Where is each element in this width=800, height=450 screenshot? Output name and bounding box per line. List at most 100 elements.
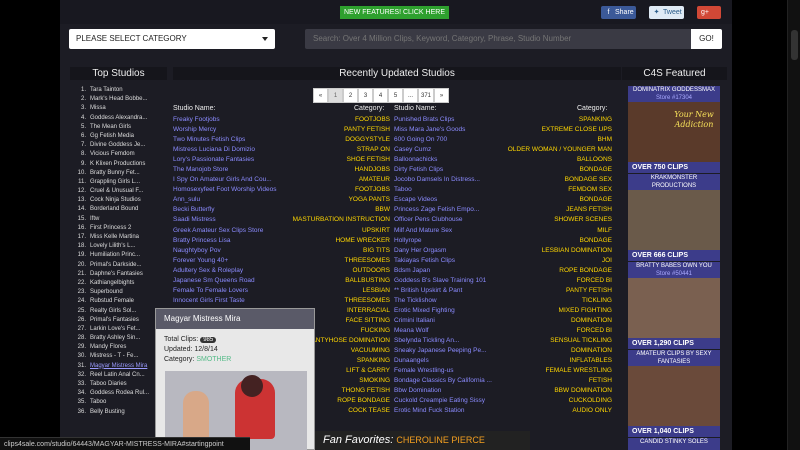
scrollbar[interactable] [787,0,800,450]
category-link[interactable]: FEMDOM SEX [490,185,612,195]
top-studio-item[interactable]: 4. Goddess Alexandra... [70,114,170,123]
featured-studio-card[interactable]: BRATTY BABES OWN YOU Store #50441 OVER 1,2… [628,262,720,349]
top-studio-item[interactable]: 6. Gg Fetish Media [70,132,170,141]
category-link[interactable]: SPANKING [490,115,612,125]
page-link[interactable]: 3 [358,88,373,103]
category-link[interactable]: ROPE BONDAGE [490,266,612,276]
category-link[interactable]: HOME WRECKER [250,236,390,246]
category-link[interactable]: PANTY FETISH [250,125,390,135]
category-link[interactable]: STRAP ON [250,145,390,155]
top-studio-item[interactable]: 2. Mark's Head Bobbe... [70,95,170,104]
top-studio-item[interactable]: 8. Vicious Femdom [70,150,170,159]
top-studio-item[interactable]: 14. Borderland Bound [70,205,170,214]
top-studio-item[interactable]: 20. Primal's Darkside... [70,261,170,270]
category-link[interactable]: BBW DOMINATION [490,386,612,396]
tweet-button[interactable]: ✦ Tweet [649,6,684,19]
top-studio-item[interactable]: 7. Divine Goddess Je... [70,141,170,150]
page-link[interactable]: « [313,88,328,103]
top-studio-item[interactable]: 15. Iftw [70,215,170,224]
page-link[interactable]: 371 [418,88,435,103]
category-link[interactable]: BHM [490,135,612,145]
featured-studio-card[interactable]: KRAKMONSTER PRODUCTIONSStore #56049 OVER … [628,174,720,261]
category-link[interactable]: OLDER WOMAN / YOUNGER MAN [490,145,612,155]
category-link[interactable]: BONDAGE [490,195,612,205]
category-link[interactable]: OUTDOORS [250,266,390,276]
facebook-share-button[interactable]: f Share [601,6,636,19]
category-link[interactable]: SENSUAL TICKLING [490,336,612,346]
top-studio-item[interactable]: 24. Rubstud Female [70,297,170,306]
featured-studio-card[interactable]: CANDID STINKY SOLES [628,438,720,450]
top-studio-item[interactable]: 9. K Klixen Productions [70,160,170,169]
top-studio-item[interactable]: 13. Cock Ninja Studios [70,196,170,205]
category-link[interactable]: AUDIO ONLY [490,406,612,416]
featured-studio-card[interactable]: DOMINATRIX GODDESSMAX Store #17304 Your Ne… [628,86,720,173]
top-studio-item[interactable]: 12. Cruel & Unusual F... [70,187,170,196]
category-link[interactable]: THREESOMES [250,256,390,266]
category-link[interactable]: THREESOMES [250,296,390,306]
fan-favorites-banner[interactable]: Fan Favorites: CHEROLINE PIERCE [315,431,530,450]
top-studio-name: Divine Goddess Je... [90,142,146,149]
category-link[interactable]: PANTY FETISH [490,286,612,296]
category-link[interactable]: BBW [250,205,390,215]
category-link[interactable]: BALLOONS [490,155,612,165]
scrollbar-thumb[interactable] [791,30,798,60]
category-link[interactable]: BONDAGE [490,236,612,246]
page-link[interactable]: 5 [388,88,403,103]
category-link[interactable]: EXTREME CLOSE UPS [490,125,612,135]
category-link[interactable]: MASTURBATION INSTRUCTION [250,215,390,225]
category-link[interactable]: DOGGYSTYLE [250,135,390,145]
page-link[interactable]: » [434,88,450,103]
category-link[interactable]: DOMINATION [490,346,612,356]
category-link[interactable]: FORCED BI [490,326,612,336]
page-link[interactable]: 4 [373,88,388,103]
category-link[interactable]: SHOWER SCENES [490,215,612,225]
category-link[interactable]: LESBIAN DOMINATION [490,246,612,256]
category-link[interactable]: TICKLING [490,296,612,306]
new-features-button[interactable]: NEW FEATURES! CLICK HERE [340,6,449,19]
category-link[interactable]: AMATEUR [250,175,390,185]
updated-label: Updated: [164,346,193,353]
top-studio-item[interactable]: 19. Humiliation Princ... [70,251,170,260]
category-link[interactable]: BONDAGE [490,165,612,175]
category-link[interactable]: BONDAGE SEX [490,175,612,185]
category-link[interactable]: MILF [490,226,612,236]
category-link[interactable]: FORCED BI [490,276,612,286]
category-link[interactable]: DOMINATION [490,316,612,326]
category-link[interactable]: BALLBUSTING [250,276,390,286]
go-button[interactable]: GO! [691,29,722,49]
category-link[interactable]: MIXED FIGHTING [490,306,612,316]
category-link[interactable]: JEANS FETISH [490,205,612,215]
google-plus-button[interactable]: g+ [697,6,721,19]
top-studio-item[interactable]: 1. Tara Tainton [70,86,170,95]
category-link[interactable]: YOGA PANTS [250,195,390,205]
page-link[interactable]: 2 [343,88,358,103]
top-studio-item[interactable]: 18. Lovely Lilith's L... [70,242,170,251]
top-studio-item[interactable]: 21. Daphne's Fantasies [70,270,170,279]
top-studio-item[interactable]: 3. Missa [70,104,170,113]
top-studio-item[interactable]: 22. Kathiangelbights [70,279,170,288]
search-input[interactable] [305,29,691,49]
category-link[interactable]: FOOTJOBS [250,115,390,125]
category-link[interactable]: UPSKIRT [250,226,390,236]
category-link[interactable]: FOOTJOBS [250,185,390,195]
page-link[interactable]: ... [403,88,418,103]
category-select[interactable]: PLEASE SELECT CATEGORY [69,29,275,49]
top-studio-item[interactable]: 11. Grappling Girls L... [70,178,170,187]
featured-studio-card[interactable]: AMATEUR CLIPS BY SEXY FANTASIESStore 568… [628,350,720,437]
top-studio-item[interactable]: 17. Miss Kelle Martina [70,233,170,242]
category-link[interactable]: FETISH [490,376,612,386]
top-studio-item[interactable]: 5. The Mean Girls [70,123,170,132]
category-link[interactable]: HANDJOBS [250,165,390,175]
category-link[interactable]: LESBIAN [250,286,390,296]
category-link[interactable]: JOI [490,256,612,266]
category-link[interactable]: SHOE FETISH [250,155,390,165]
top-studio-item[interactable]: 10. Bratty Bunny Fet... [70,169,170,178]
category-link[interactable]: FEMALE WRESTLING [490,366,612,376]
top-studio-item[interactable]: 23. Superbound [70,288,170,297]
top-studio-name: Daphne's Fantasies [90,270,143,277]
page-link[interactable]: 1 [328,88,343,103]
top-studio-item[interactable]: 16. First Princess 2 [70,224,170,233]
category-link[interactable]: CUCKOLDING [490,396,612,406]
category-link[interactable]: INFLATABLES [490,356,612,366]
category-link[interactable]: BIG TITS [250,246,390,256]
